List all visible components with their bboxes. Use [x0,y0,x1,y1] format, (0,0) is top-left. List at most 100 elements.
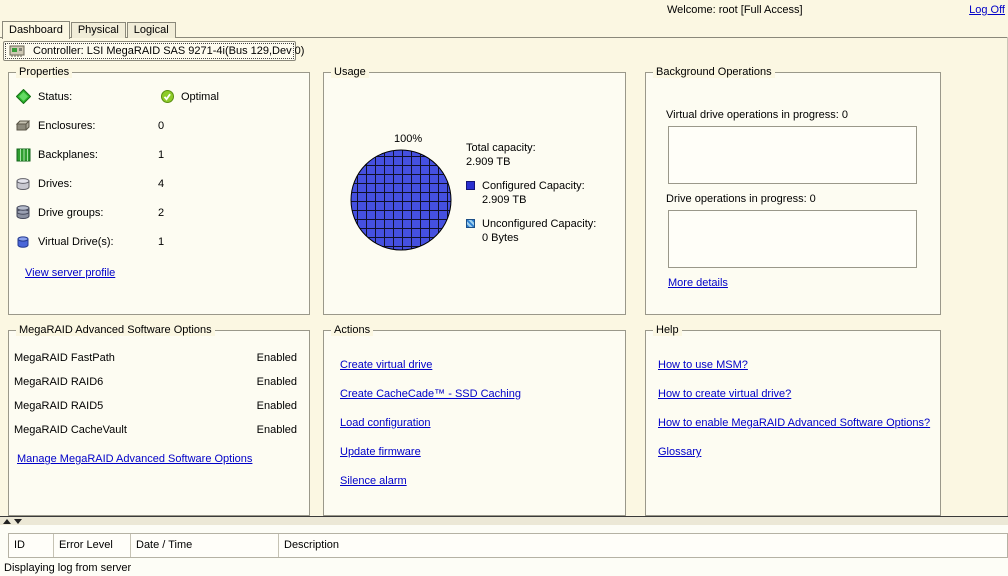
tab-physical[interactable]: Physical [70,22,126,38]
properties-rows: Status: Optimal Enclosures: 0 Backplanes… [9,73,309,256]
unconfigured-capacity-swatch [466,219,475,228]
adv-row-fastpath: MegaRAID FastPath Enabled [9,346,309,370]
log-column-description[interactable]: Description [279,534,1007,557]
property-label: Drives: [38,177,73,190]
panel-title: MegaRAID Advanced Software Options [16,324,215,336]
actions-panel: Actions Create virtual drive Create Cach… [323,324,626,516]
advanced-software-panel: MegaRAID Advanced Software Options MegaR… [8,324,310,516]
log-status-text: Displaying log from server [4,562,132,574]
legend-label: Unconfigured Capacity: [482,218,597,230]
property-value-text: 1 [158,148,165,161]
tab-logical[interactable]: Logical [126,22,176,38]
feature-status: Enabled [256,376,297,388]
log-column-error-level[interactable]: Error Level [54,534,131,557]
usage-panel: Usage 100% Total capacity: 2.909 TB Conf… [323,66,626,315]
property-value-text: 2 [158,206,165,219]
feature-status: Enabled [256,352,297,364]
more-details-link[interactable]: More details [668,277,728,289]
log-column-id[interactable]: ID [9,534,54,557]
controller-selector[interactable]: Controller: LSI MegaRAID SAS 9271-4i(Bus… [3,41,304,61]
feature-label: MegaRAID RAID6 [14,376,104,388]
legend-unconfigured: Unconfigured Capacity: 0 Bytes [466,217,621,245]
glossary-link[interactable]: Glossary [658,444,701,461]
vd-operations-text: Virtual drive operations in progress: 0 [666,109,849,121]
property-row-status: Status: Optimal [9,82,309,111]
legend-label: Configured Capacity: [482,180,585,192]
vd-operations-box [668,126,917,184]
adv-row-cachevault: MegaRAID CacheVault Enabled [9,418,309,442]
feature-label: MegaRAID RAID5 [14,400,104,412]
feature-status: Enabled [256,400,297,412]
splitter-collapse-down-icon[interactable] [14,519,22,524]
usage-pie-chart [348,147,454,256]
controller-icon [9,44,27,58]
virtual-drives-icon [14,235,32,249]
how-to-create-virtual-drive-link[interactable]: How to create virtual drive? [658,386,791,403]
legend-total: Total capacity: 2.909 TB [466,141,621,169]
feature-label: MegaRAID FastPath [14,352,115,364]
property-label: Virtual Drive(s): [38,235,114,248]
optimal-icon [158,90,176,103]
drives-icon [14,177,32,191]
drive-operations-box [668,210,917,268]
tab-dashboard[interactable]: Dashboard [2,21,70,39]
event-log-area: ID Error Level Date / Time Description D… [0,525,1008,576]
log-column-date-time[interactable]: Date / Time [131,534,279,557]
property-row-backplanes: Backplanes: 1 [9,140,309,169]
enclosures-icon [14,119,32,133]
property-label: Enclosures: [38,119,96,132]
property-value-text: Optimal [181,90,219,103]
drive-groups-icon [14,205,32,220]
actions-links: Create virtual drive Create CacheCade™ -… [324,331,625,515]
legend-configured: Configured Capacity: 2.909 TB [466,179,621,207]
property-label: Status: [38,90,73,103]
legend-value: 0 Bytes [482,232,519,244]
adv-row-raid5: MegaRAID RAID5 Enabled [9,394,309,418]
property-row-virtual-drives: Virtual Drive(s): 1 [9,227,309,256]
property-row-enclosures: Enclosures: 0 [9,111,309,140]
status-icon [14,89,32,104]
controller-label: Controller: LSI MegaRAID SAS 9271-4i(Bus… [33,45,305,57]
create-cachecade-link[interactable]: Create CacheCade™ - SSD Caching [340,386,521,403]
feature-status: Enabled [256,424,297,436]
splitter-collapse-up-icon[interactable] [3,519,11,524]
log-off-link[interactable]: Log Off [969,4,1005,16]
property-label: Backplanes: [38,148,98,161]
property-value-text: 4 [158,177,165,190]
background-operations-panel: Background Operations Virtual drive oper… [645,66,941,315]
log-table-header: ID Error Level Date / Time Description [8,533,1008,558]
welcome-text: Welcome: root [Full Access] [667,4,803,16]
feature-label: MegaRAID CacheVault [14,424,127,436]
property-label: Drive groups: [38,206,104,219]
property-value-text: 0 [158,119,165,132]
property-row-drives: Drives: 4 [9,169,309,198]
help-links: How to use MSM? How to create virtual dr… [646,331,940,515]
drive-operations-text: Drive operations in progress: 0 [666,193,816,205]
pie-percent-label: 100% [394,133,423,145]
legend-label: Total capacity: [466,142,536,154]
advanced-software-rows: MegaRAID FastPath Enabled MegaRAID RAID6… [9,331,309,442]
help-panel: Help How to use MSM? How to create virtu… [645,324,941,516]
property-value-text: 1 [158,235,165,248]
panel-title: Usage [331,66,369,78]
update-firmware-link[interactable]: Update firmware [340,444,421,461]
tab-bar: Dashboard Physical Logical [2,20,177,39]
legend-value: 2.909 TB [482,194,527,206]
panel-title: Properties [16,66,73,78]
panel-title: Background Operations [653,66,775,78]
property-value: Optimal [158,90,219,103]
view-server-profile-link[interactable]: View server profile [25,267,115,279]
properties-panel: Properties Status: Optimal Enclosures: 0 [8,66,310,315]
backplanes-icon [14,148,32,162]
how-to-enable-advanced-options-link[interactable]: How to enable MegaRAID Advanced Software… [658,415,930,432]
how-to-use-msm-link[interactable]: How to use MSM? [658,357,748,374]
manage-advanced-software-link[interactable]: Manage MegaRAID Advanced Software Option… [17,453,252,465]
adv-row-raid6: MegaRAID RAID6 Enabled [9,370,309,394]
silence-alarm-link[interactable]: Silence alarm [340,473,407,490]
load-configuration-link[interactable]: Load configuration [340,415,431,432]
legend-value: 2.909 TB [466,156,511,168]
log-splitter[interactable] [0,516,1008,525]
property-row-drive-groups: Drive groups: 2 [9,198,309,227]
create-virtual-drive-link[interactable]: Create virtual drive [340,357,432,374]
title-bar: Welcome: root [Full Access] Log Off [0,0,1008,20]
